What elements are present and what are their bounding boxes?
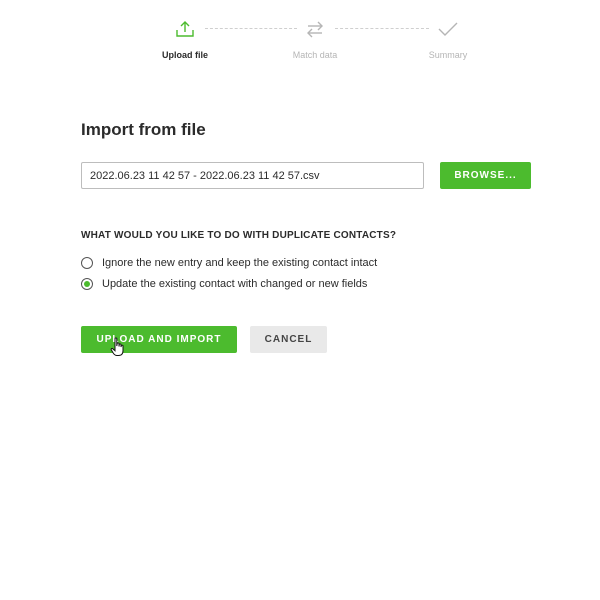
step-upload-file: Upload file [135, 16, 235, 60]
upload-icon [135, 16, 235, 42]
step-label: Match data [292, 50, 338, 60]
browse-button[interactable]: BROWSE... [440, 162, 531, 189]
import-stepper: Upload file Match data Summary [0, 16, 600, 66]
checkmark-icon [398, 16, 498, 42]
duplicates-question: WHAT WOULD YOU LIKE TO DO WITH DUPLICATE… [81, 230, 397, 241]
file-path-input[interactable] [81, 162, 424, 189]
option-label: Update the existing contact with changed… [102, 278, 368, 290]
step-match-data: Match data [265, 16, 365, 60]
cancel-button[interactable]: CANCEL [250, 326, 327, 353]
option-label: Ignore the new entry and keep the existi… [102, 257, 378, 269]
option-ignore-duplicates[interactable]: Ignore the new entry and keep the existi… [81, 256, 377, 270]
step-summary: Summary [398, 16, 498, 60]
radio-button[interactable] [81, 257, 93, 269]
option-update-existing[interactable]: Update the existing contact with changed… [81, 277, 367, 291]
swap-arrows-icon [265, 16, 365, 42]
hand-cursor-icon [110, 337, 126, 362]
page-title: Import from file [81, 120, 206, 139]
step-label: Upload file [161, 50, 208, 60]
radio-button-selected[interactable] [81, 278, 93, 290]
step-label: Summary [428, 50, 468, 60]
upload-and-import-button[interactable]: UPLOAD AND IMPORT [81, 326, 237, 353]
